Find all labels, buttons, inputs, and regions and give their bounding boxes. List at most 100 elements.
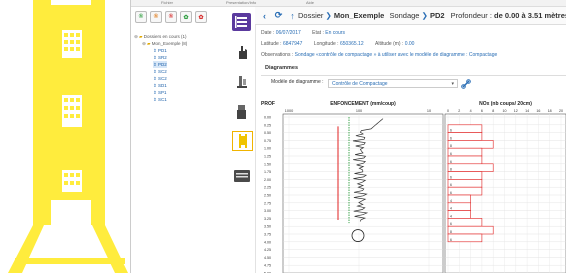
- nox-bar-label: 4: [450, 207, 452, 211]
- nox-bar-label: 8: [450, 230, 452, 234]
- info-row-date: Date : 06/07/2017 Etat : En cours: [261, 30, 345, 36]
- lon-label: Longitude :: [313, 41, 339, 47]
- model-select[interactable]: Contrôle de Compactage ▾: [328, 79, 458, 88]
- lat-label: Latitude :: [261, 41, 282, 47]
- nox-bar: [447, 179, 483, 188]
- up-button[interactable]: ↑: [287, 10, 298, 21]
- nox-bar: [447, 155, 483, 165]
- toolbar-btn-2[interactable]: ®: [150, 11, 162, 23]
- back-button[interactable]: ‹: [259, 10, 270, 21]
- nox-bar: [447, 225, 494, 235]
- tree-item[interactable]: ⇕ SC2: [153, 75, 167, 82]
- hand-tool-button[interactable]: [232, 43, 251, 61]
- penetrometer-chart: PROF ENFONCEMENT (mm/coup) NOx (nb coups/ …: [261, 92, 566, 275]
- nox-bar-label: 6: [450, 152, 452, 156]
- depth-value: de 0.00 à 3.51 mètres: [494, 11, 566, 20]
- tower-illustration: [8, 0, 128, 273]
- lon-value: 650365.12: [339, 41, 364, 47]
- right-axis-tick-label: 18: [548, 109, 552, 113]
- left-axis-tick-label: 10: [427, 109, 431, 113]
- right-axis-tick-label: 12: [514, 109, 518, 113]
- menu-aide[interactable]: Aide: [306, 0, 314, 5]
- menu-presentation[interactable]: Presentation/Info: [226, 0, 256, 5]
- refresh-icon: ⟳: [274, 10, 283, 20]
- nox-bar: [447, 132, 483, 141]
- tab-divider: [261, 75, 566, 76]
- nox-bar: [447, 124, 483, 133]
- decorative-tower-graphic: [0, 0, 128, 273]
- chevron-down-icon: ▾: [451, 81, 454, 87]
- tree-item-label: PD1: [158, 48, 167, 53]
- hand-icon: [238, 46, 247, 59]
- chevron-right-icon: ❯: [325, 11, 334, 20]
- tree-item[interactable]: ⇕ SC2: [153, 68, 167, 75]
- nox-bar-label: 6: [450, 183, 452, 187]
- depth-tick-label: 2.75: [264, 201, 271, 205]
- prof-label: PROF: [261, 101, 275, 107]
- link-button[interactable]: [461, 79, 471, 89]
- crumb-sondage-label: Sondage: [389, 11, 420, 20]
- tree-folder-label: Mon_Exemple (8): [151, 41, 188, 46]
- nox-bar-label: 6: [450, 238, 452, 242]
- menu-fichier[interactable]: Fichier: [161, 0, 173, 5]
- weight-icon: [236, 105, 246, 119]
- tree-item[interactable]: ⇕ SD1: [153, 82, 167, 89]
- tree-folder[interactable]: ⊖▰ Mon_Exemple (8): [141, 40, 187, 47]
- depth-tick-label: 3.75: [264, 233, 271, 237]
- model-label: Modèle de diagramme :: [271, 79, 324, 85]
- tree-item[interactable]: ⇕ SR2: [153, 54, 167, 61]
- enfoncement-curve: [352, 118, 384, 222]
- depth-tick-label: 3.50: [264, 225, 271, 229]
- depth-tick-label: 1.75: [264, 170, 271, 174]
- nox-bar-label: 4: [450, 199, 452, 203]
- tree-item[interactable]: ⇕ PD1: [153, 47, 167, 54]
- right-chart-title: NOx (nb coups/ 20cm): [479, 101, 532, 107]
- toolbar-btn-4[interactable]: ✿: [180, 11, 192, 23]
- folder-icon: ▰: [147, 41, 151, 46]
- link-icon: [461, 79, 471, 89]
- structure-view-button[interactable]: [232, 131, 253, 151]
- weight-button[interactable]: [232, 103, 251, 121]
- crumb-sondage-name[interactable]: PD2: [430, 11, 445, 20]
- arrow-up-icon: ↑: [290, 10, 295, 21]
- app-window: Fichier Presentation/Info Aide ® ® ® ✿ ✿ ⊖▰ …: [130, 0, 566, 275]
- right-axis-tick-label: 6: [481, 109, 483, 113]
- depth-tick-label: 2.25: [264, 186, 271, 190]
- toolbar-btn-3[interactable]: ®: [165, 11, 177, 23]
- depth-tick-label: 2.00: [264, 178, 271, 182]
- obs-label: Observations :: [261, 52, 294, 58]
- right-axis-tick-label: 10: [503, 109, 507, 113]
- tree-item[interactable]: ⇕ PD2: [153, 61, 167, 68]
- toolbar-btn-5[interactable]: ✿: [195, 11, 207, 23]
- nox-bar: [447, 163, 494, 172]
- view-toolbar: [227, 7, 256, 273]
- toolbar-btn-1[interactable]: ®: [135, 11, 147, 23]
- crumb-dossier-name[interactable]: Mon_Exemple: [334, 11, 384, 20]
- right-axis-tick-label: 16: [536, 109, 540, 113]
- tree-item-label: SC2: [158, 76, 167, 81]
- nox-bar-label: 8: [450, 144, 452, 148]
- tree-item[interactable]: ⇕ SC1: [153, 96, 167, 103]
- refresh-button[interactable]: ⟳: [273, 10, 284, 21]
- right-axis-tick-label: 20: [559, 109, 563, 113]
- lat-value: 6847947: [282, 41, 303, 47]
- diagram-view-button[interactable]: [232, 13, 251, 31]
- etat-value: En cours: [325, 30, 345, 36]
- penetrometer-icon: [236, 76, 247, 88]
- tree-root[interactable]: ⊖▰ Dossiers en cours (1): [133, 33, 186, 40]
- chevron-left-icon: ‹: [263, 10, 266, 21]
- tree-item-label: SC1: [158, 97, 167, 102]
- penetrometer-button[interactable]: [232, 73, 251, 91]
- tree-item[interactable]: ⇕ SP1: [153, 89, 167, 96]
- info-row-coords: Latitude : 6847947 Longitude : 650365.12…: [261, 41, 414, 47]
- depth-tick-label: 1.00: [264, 147, 271, 151]
- depth-tick-label: 4.25: [264, 248, 271, 252]
- date-label: Date :: [261, 30, 275, 36]
- info-row-observations: Observations : Sondage «contrôle de comp…: [261, 52, 497, 58]
- data-table-button[interactable]: [232, 167, 251, 185]
- left-axis-tick-label: 100: [356, 109, 362, 113]
- tab-diagrammes[interactable]: Diagrammes: [265, 65, 298, 71]
- alt-value: 0.00: [404, 41, 415, 47]
- top-menu-strip: Fichier Presentation/Info Aide: [131, 0, 566, 7]
- nox-bar-label: 6: [450, 160, 452, 164]
